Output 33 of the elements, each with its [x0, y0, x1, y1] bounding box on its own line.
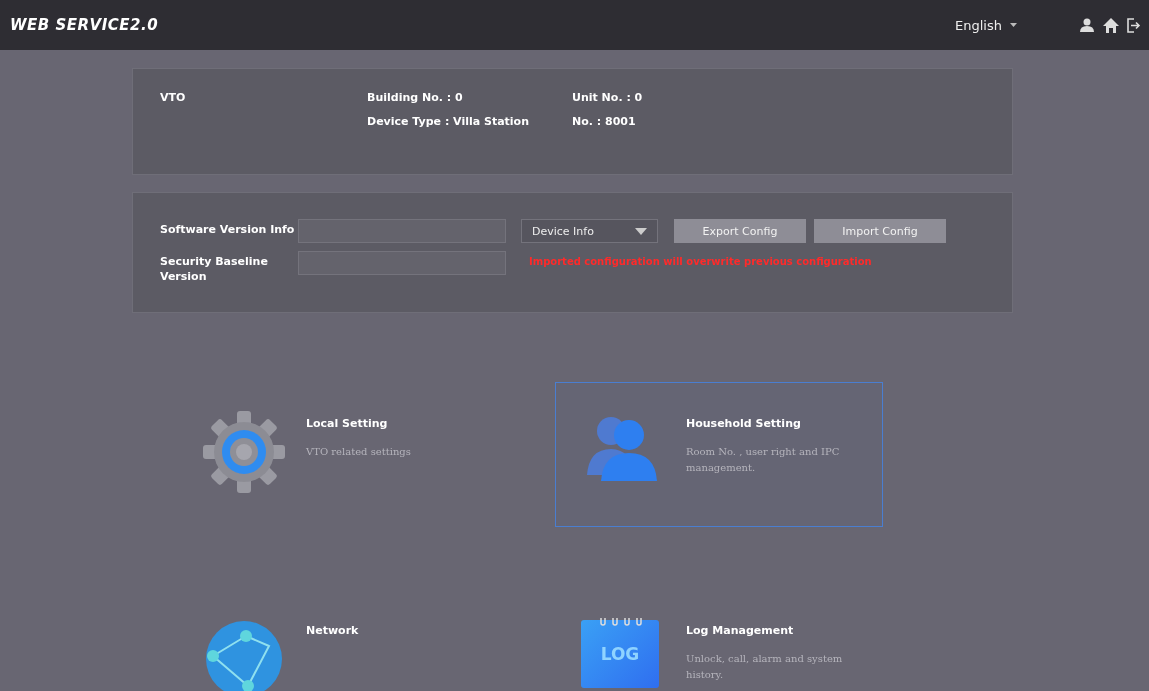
home-icon[interactable]: [1103, 17, 1119, 33]
field-label: Software Version Info: [160, 222, 296, 237]
warning-text: Imported configuration will overwrite previous configuration: [529, 255, 872, 267]
logout-icon[interactable]: [1127, 17, 1141, 33]
input-field[interactable]: [298, 219, 506, 243]
settings-tile[interactable]: Network: [175, 589, 503, 691]
info-text: Device Type : Villa Station: [367, 115, 530, 128]
dropdown[interactable]: Device Info: [521, 219, 658, 243]
tile-description: Unlock, call, alarm and system history.: [686, 652, 844, 682]
import-button[interactable]: Import Config: [814, 219, 946, 243]
tile-title: Household Setting: [686, 417, 802, 430]
log-icon: LOG: [581, 620, 659, 688]
tile-description: Room No. , user right and IPC management.: [686, 445, 841, 475]
logo: WEB SERVICE2.0: [10, 16, 159, 34]
tile-title: Log Management: [686, 624, 795, 637]
tile-description: VTO related settings: [306, 445, 412, 459]
device-name: VTO: [160, 91, 187, 106]
input-field[interactable]: [298, 251, 506, 275]
info-text: Building No. : 0: [367, 91, 464, 104]
language-dropdown[interactable]: English: [955, 17, 1017, 33]
settings-tile[interactable]: Local Setting VTO related settings: [175, 382, 503, 527]
export-button[interactable]: Export Config: [674, 219, 806, 243]
caret-icon: [635, 227, 647, 235]
field-label: Security Baseline Version: [160, 254, 269, 284]
tile-title: Network: [306, 624, 360, 637]
info-text: Unit No. : 0: [572, 91, 644, 104]
settings-tile[interactable]: LOG Log Management Unlock, call, alarm and system history.: [555, 589, 883, 691]
tile-title: Local Setting: [306, 417, 389, 430]
caret-icon: [1010, 23, 1017, 27]
info-text: No. : 8001: [572, 115, 637, 128]
gear-icon: [201, 409, 287, 495]
user-icon[interactable]: [1079, 18, 1095, 32]
settings-tile[interactable]: Household Setting Room No. , user right and IPC management.: [555, 382, 883, 527]
